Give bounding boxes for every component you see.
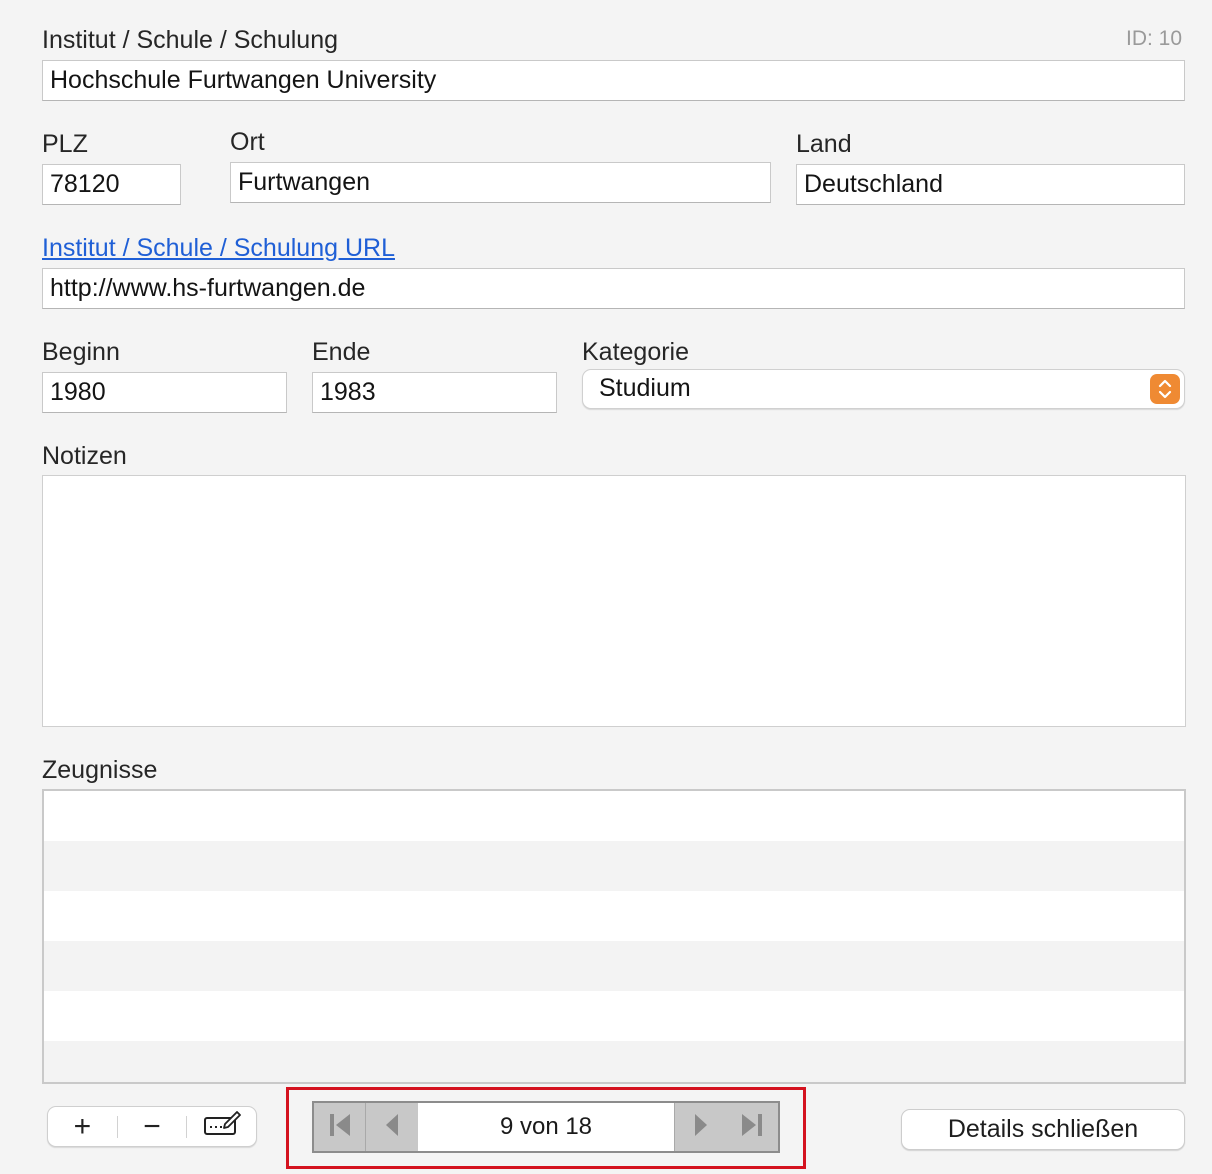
previous-record-icon: [382, 1110, 402, 1145]
close-details-button[interactable]: Details schließen: [901, 1109, 1185, 1150]
ort-label: Ort: [230, 128, 265, 156]
plz-label: PLZ: [42, 130, 88, 158]
certificate-toolbar: + −: [47, 1106, 257, 1147]
land-label: Land: [796, 130, 852, 158]
kategorie-label: Kategorie: [582, 338, 690, 366]
edit-button[interactable]: [187, 1107, 256, 1146]
next-record-icon: [691, 1110, 711, 1145]
table-row[interactable]: [44, 841, 1184, 891]
edit-icon: [203, 1110, 241, 1144]
land-field[interactable]: Deutschland: [796, 164, 1185, 205]
certificates-label: Zeugnisse: [42, 756, 158, 784]
institution-url-link[interactable]: Institut / Schule / Schulung URL: [42, 233, 395, 263]
notes-label: Notizen: [42, 442, 127, 470]
last-record-icon: [738, 1110, 766, 1145]
last-record-button[interactable]: [726, 1103, 778, 1151]
chevron-updown-icon: [1150, 374, 1180, 404]
certificates-table[interactable]: [42, 789, 1186, 1084]
kategorie-select[interactable]: Studium: [582, 369, 1185, 409]
table-row[interactable]: [44, 791, 1184, 841]
table-row[interactable]: [44, 941, 1184, 991]
kategorie-select-value: Studium: [599, 374, 691, 402]
next-record-button[interactable]: [674, 1103, 726, 1151]
minus-icon: −: [143, 1109, 161, 1143]
institution-url-field[interactable]: http://www.hs-furtwangen.de: [42, 268, 1185, 309]
record-pager: 9 von 18: [312, 1101, 780, 1153]
table-row[interactable]: [44, 891, 1184, 941]
table-row[interactable]: [44, 1041, 1184, 1082]
remove-button[interactable]: −: [118, 1107, 187, 1146]
beginn-label: Beginn: [42, 338, 120, 366]
first-record-button[interactable]: [314, 1103, 366, 1151]
ende-label: Ende: [312, 338, 371, 366]
notes-textarea[interactable]: [42, 475, 1186, 727]
add-button[interactable]: +: [48, 1107, 117, 1146]
first-record-icon: [326, 1110, 354, 1145]
table-row[interactable]: [44, 991, 1184, 1041]
record-id-label: ID: 10: [1126, 27, 1183, 50]
plus-icon: +: [73, 1109, 92, 1143]
previous-record-button[interactable]: [366, 1103, 418, 1151]
institution-field[interactable]: Hochschule Furtwangen University: [42, 60, 1185, 101]
ort-field[interactable]: Furtwangen: [230, 162, 771, 203]
beginn-field[interactable]: 1980: [42, 372, 287, 413]
institution-label: Institut / Schule / Schulung: [42, 26, 339, 54]
plz-field[interactable]: 78120: [42, 164, 181, 205]
ende-field[interactable]: 1983: [312, 372, 557, 413]
record-counter: 9 von 18: [499, 1113, 593, 1140]
